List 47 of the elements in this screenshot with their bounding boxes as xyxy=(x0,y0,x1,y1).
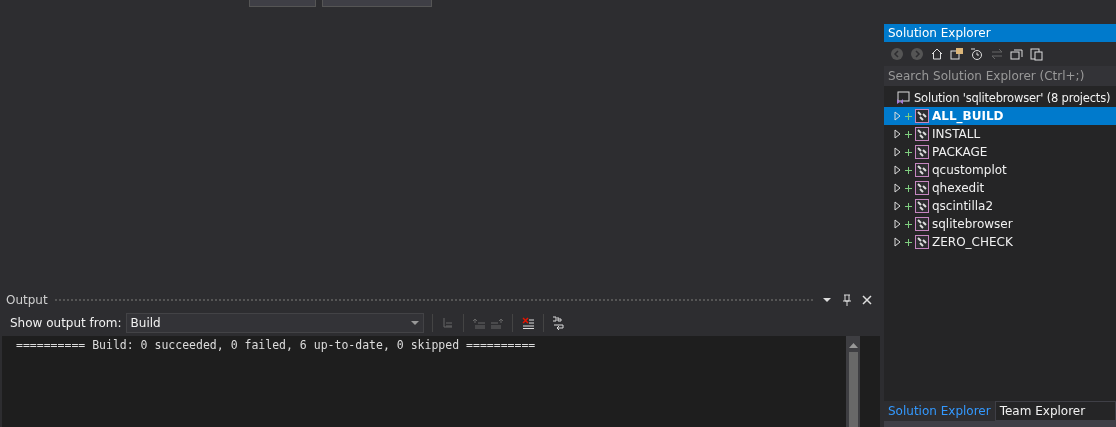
project-node[interactable]: ALL_BUILD xyxy=(884,107,1116,125)
panel-title: Output xyxy=(6,293,48,307)
panel-tab[interactable]: Solution Explorer xyxy=(884,401,995,421)
plus-icon xyxy=(905,148,912,156)
plus-icon xyxy=(905,184,912,192)
clear-all-icon[interactable] xyxy=(520,316,535,330)
plus-icon xyxy=(905,166,912,174)
project-icon xyxy=(915,199,929,213)
scrollbar[interactable] xyxy=(846,336,860,427)
dropdown-arrow-icon xyxy=(410,320,419,326)
plus-icon xyxy=(905,202,912,210)
project-icon xyxy=(915,127,929,141)
home-icon[interactable] xyxy=(930,47,944,61)
project-icon xyxy=(915,235,929,249)
plus-icon xyxy=(905,220,912,228)
project-node[interactable]: qcustomplot xyxy=(884,161,1116,179)
search-field[interactable]: Search Solution Explorer (Ctrl+;) xyxy=(884,66,1116,86)
project-icon xyxy=(915,145,929,159)
scroll-up-icon[interactable] xyxy=(848,342,858,348)
project-node[interactable]: qscintilla2 xyxy=(884,197,1116,215)
project-node[interactable]: sqlitebrowser xyxy=(884,215,1116,233)
word-wrap-icon[interactable] xyxy=(551,316,566,330)
project-icon xyxy=(915,109,929,123)
project-icon xyxy=(915,163,929,177)
collapse-all-icon[interactable] xyxy=(1010,47,1024,61)
project-node[interactable]: PACKAGE xyxy=(884,143,1116,161)
sync-icon[interactable] xyxy=(990,47,1004,61)
project-node[interactable]: INSTALL xyxy=(884,125,1116,143)
history-icon[interactable] xyxy=(970,47,984,61)
project-icon xyxy=(915,217,929,231)
plus-icon xyxy=(905,130,912,138)
show-output-label: Show output from: xyxy=(10,316,122,330)
solution-node[interactable]: Solution 'sqlitebrowser' (8 projects) xyxy=(884,89,1116,107)
panel-title: Solution Explorer xyxy=(884,24,1116,42)
copy-icon[interactable] xyxy=(1030,47,1044,61)
panel-tab[interactable]: Team Explorer xyxy=(994,401,1116,421)
close-icon[interactable] xyxy=(860,293,874,307)
project-node[interactable]: qhexedit xyxy=(884,179,1116,197)
project-icon xyxy=(915,181,929,195)
plus-icon xyxy=(905,238,912,246)
pin-icon[interactable] xyxy=(840,293,854,307)
solution-icon xyxy=(896,91,910,105)
output-source-dropdown[interactable]: Build xyxy=(125,313,424,333)
plus-icon xyxy=(905,112,912,120)
output-line: ========== Build: 0 succeeded, 0 failed, 6 up-to-date, 0 skipped ========== xyxy=(16,338,537,352)
switch-views-icon[interactable] xyxy=(950,47,964,61)
project-node[interactable]: ZERO_CHECK xyxy=(884,233,1116,251)
